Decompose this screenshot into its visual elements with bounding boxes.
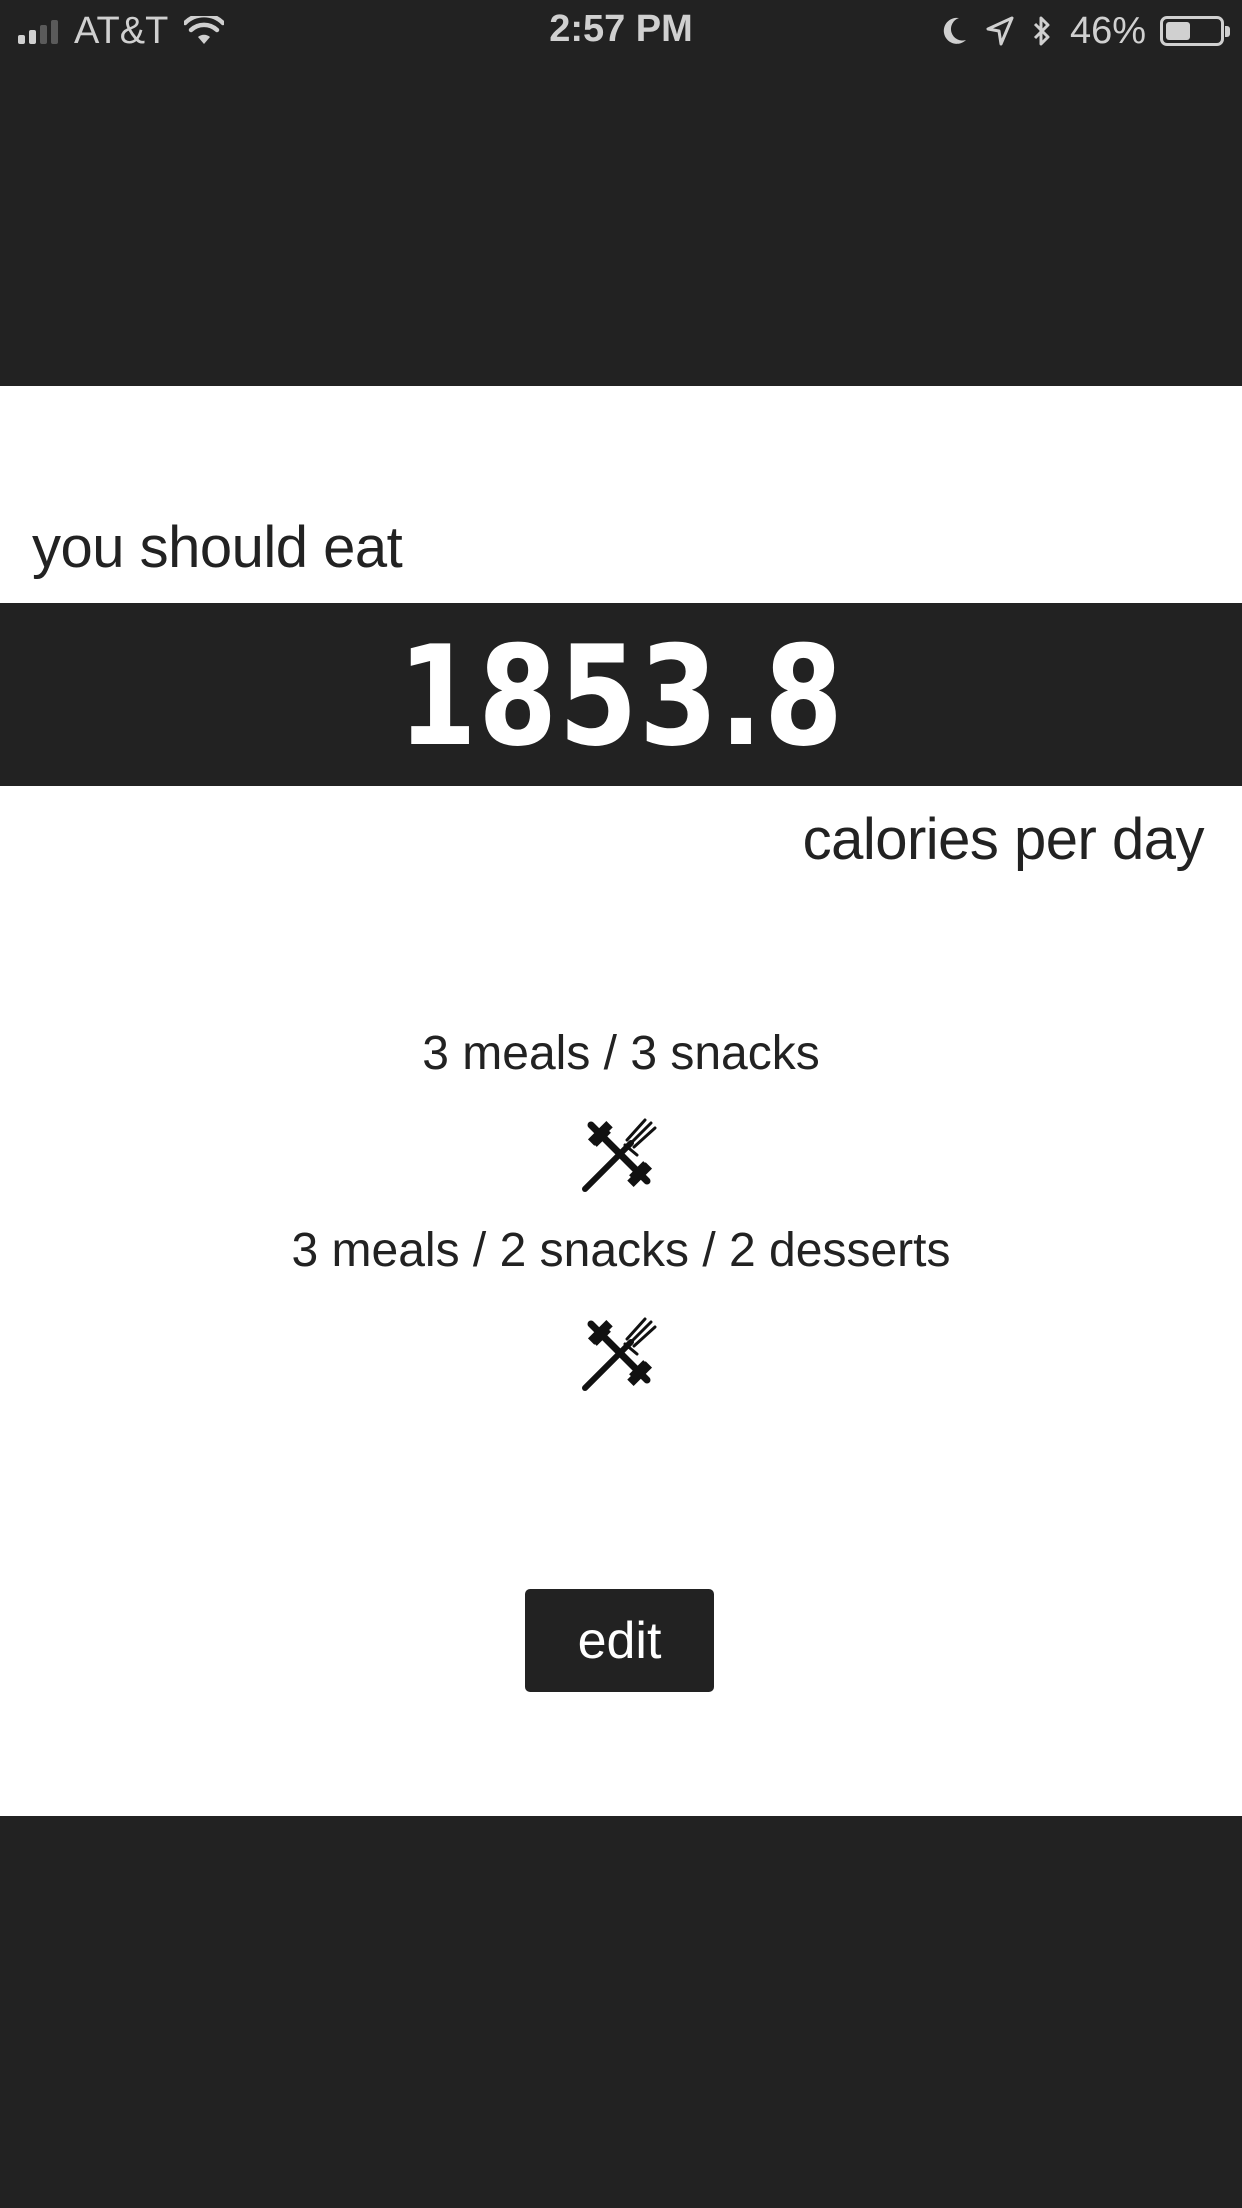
calorie-value: 1853.8 xyxy=(397,616,845,777)
intro-text: you should eat xyxy=(32,515,403,580)
status-right: 46% xyxy=(924,9,1230,52)
calorie-band: 1853.8 xyxy=(0,603,1242,786)
calorie-unit: calories per day xyxy=(802,807,1205,872)
moon-icon xyxy=(942,16,968,46)
battery-percent: 46% xyxy=(1069,9,1146,52)
dumbbell-fork-icon xyxy=(581,1115,659,1193)
battery-fill xyxy=(1166,22,1190,40)
edit-button[interactable]: edit xyxy=(525,1589,714,1692)
status-bar: AT&T 2:57 PM 46% xyxy=(0,0,1242,62)
meal-plan-option: 3 meals / 2 snacks / 2 desserts xyxy=(291,1224,951,1277)
bluetooth-icon xyxy=(1032,15,1052,47)
dumbbell-fork-icon xyxy=(581,1314,659,1392)
result-card: you should eat 1853.8 calories per day 3… xyxy=(0,386,1242,1816)
meal-plan-option: 3 meals / 3 snacks xyxy=(422,1027,820,1080)
battery-icon xyxy=(1160,16,1230,46)
location-arrow-icon xyxy=(986,16,1014,46)
